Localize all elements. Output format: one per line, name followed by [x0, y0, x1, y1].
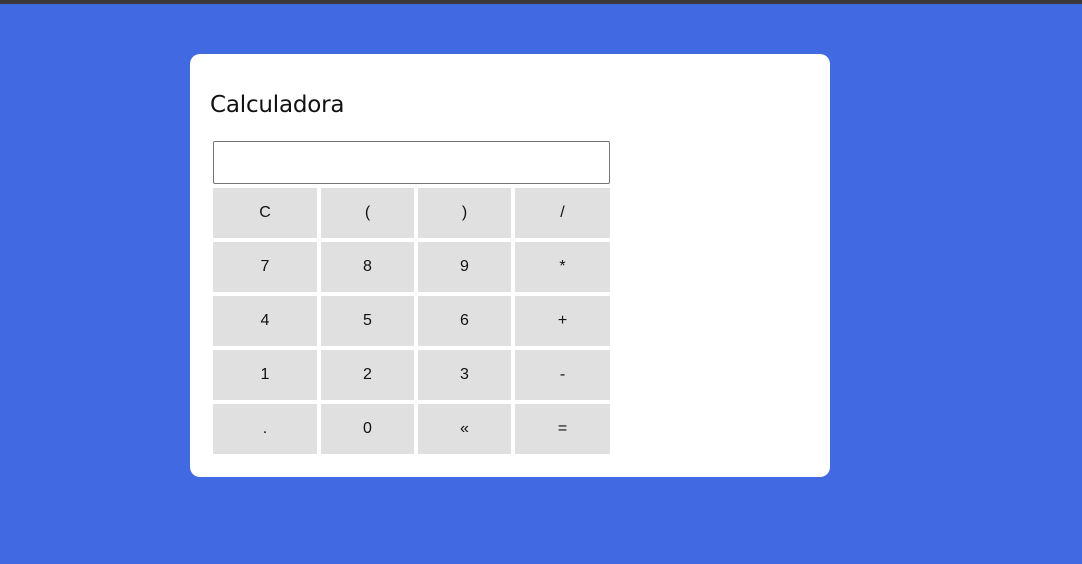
digit-1-button[interactable]: 1: [213, 350, 317, 400]
plus-button[interactable]: +: [515, 296, 610, 346]
digit-8-button[interactable]: 8: [321, 242, 414, 292]
equals-button[interactable]: =: [515, 404, 610, 454]
digit-6-button[interactable]: 6: [418, 296, 511, 346]
digit-5-button[interactable]: 5: [321, 296, 414, 346]
minus-button[interactable]: -: [515, 350, 610, 400]
clear-button[interactable]: C: [213, 188, 317, 238]
digit-3-button[interactable]: 3: [418, 350, 511, 400]
calculator-display[interactable]: [213, 141, 610, 184]
divide-button[interactable]: /: [515, 188, 610, 238]
digit-7-button[interactable]: 7: [213, 242, 317, 292]
window-top-bar: [0, 0, 1082, 4]
calculator-card: Calculadora C ( ) / 7 8 9 * 4 5 6 + 1 2 …: [190, 54, 830, 477]
decimal-button[interactable]: .: [213, 404, 317, 454]
backspace-button[interactable]: «: [418, 404, 511, 454]
page-title: Calculadora: [210, 92, 345, 118]
digit-0-button[interactable]: 0: [321, 404, 414, 454]
digit-4-button[interactable]: 4: [213, 296, 317, 346]
digit-2-button[interactable]: 2: [321, 350, 414, 400]
open-paren-button[interactable]: (: [321, 188, 414, 238]
close-paren-button[interactable]: ): [418, 188, 511, 238]
digit-9-button[interactable]: 9: [418, 242, 511, 292]
multiply-button[interactable]: *: [515, 242, 610, 292]
